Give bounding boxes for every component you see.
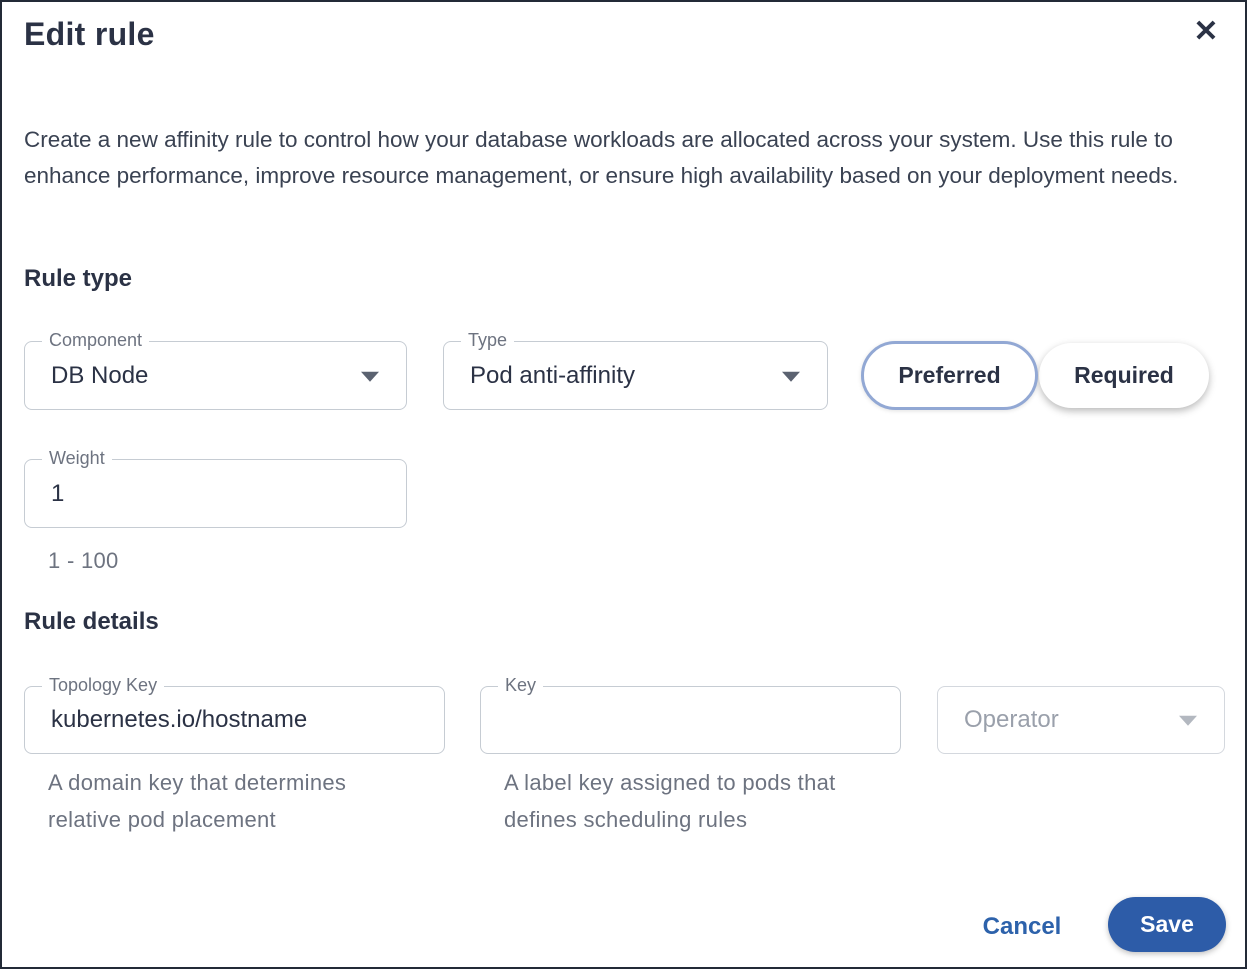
weight-helper-text: 1 - 100 — [48, 542, 119, 579]
component-select[interactable]: Component DB Node — [24, 341, 407, 410]
key-input[interactable] — [481, 687, 900, 753]
preferred-toggle-button[interactable]: Preferred — [861, 341, 1038, 410]
weight-field-container: Weight — [24, 459, 407, 528]
weight-input[interactable] — [25, 460, 406, 527]
dialog-description: Create a new affinity rule to control ho… — [24, 122, 1218, 194]
required-toggle-button[interactable]: Required — [1039, 343, 1209, 408]
chevron-down-icon — [1179, 716, 1197, 726]
edit-rule-dialog: Edit rule ✕ Create a new affinity rule t… — [0, 0, 1247, 969]
topology-key-helper-text: A domain key that determines relative po… — [48, 764, 383, 838]
chevron-down-icon — [361, 371, 379, 381]
type-select[interactable]: Type Pod anti-affinity — [443, 341, 828, 410]
cancel-button[interactable]: Cancel — [962, 907, 1082, 947]
key-field-container: Key — [480, 686, 901, 754]
type-value: Pod anti-affinity — [444, 342, 827, 409]
save-button[interactable]: Save — [1108, 897, 1226, 952]
rule-details-heading: Rule details — [24, 608, 159, 636]
close-icon[interactable]: ✕ — [1186, 12, 1226, 52]
operator-select[interactable]: Operator — [937, 686, 1225, 754]
rule-type-heading: Rule type — [24, 265, 132, 293]
topology-key-input[interactable] — [25, 687, 444, 753]
chevron-down-icon — [782, 371, 800, 381]
key-helper-text: A label key assigned to pods that define… — [504, 764, 889, 838]
dialog-title: Edit rule — [24, 16, 155, 53]
topology-key-field-container: Topology Key — [24, 686, 445, 754]
component-value: DB Node — [25, 342, 406, 409]
